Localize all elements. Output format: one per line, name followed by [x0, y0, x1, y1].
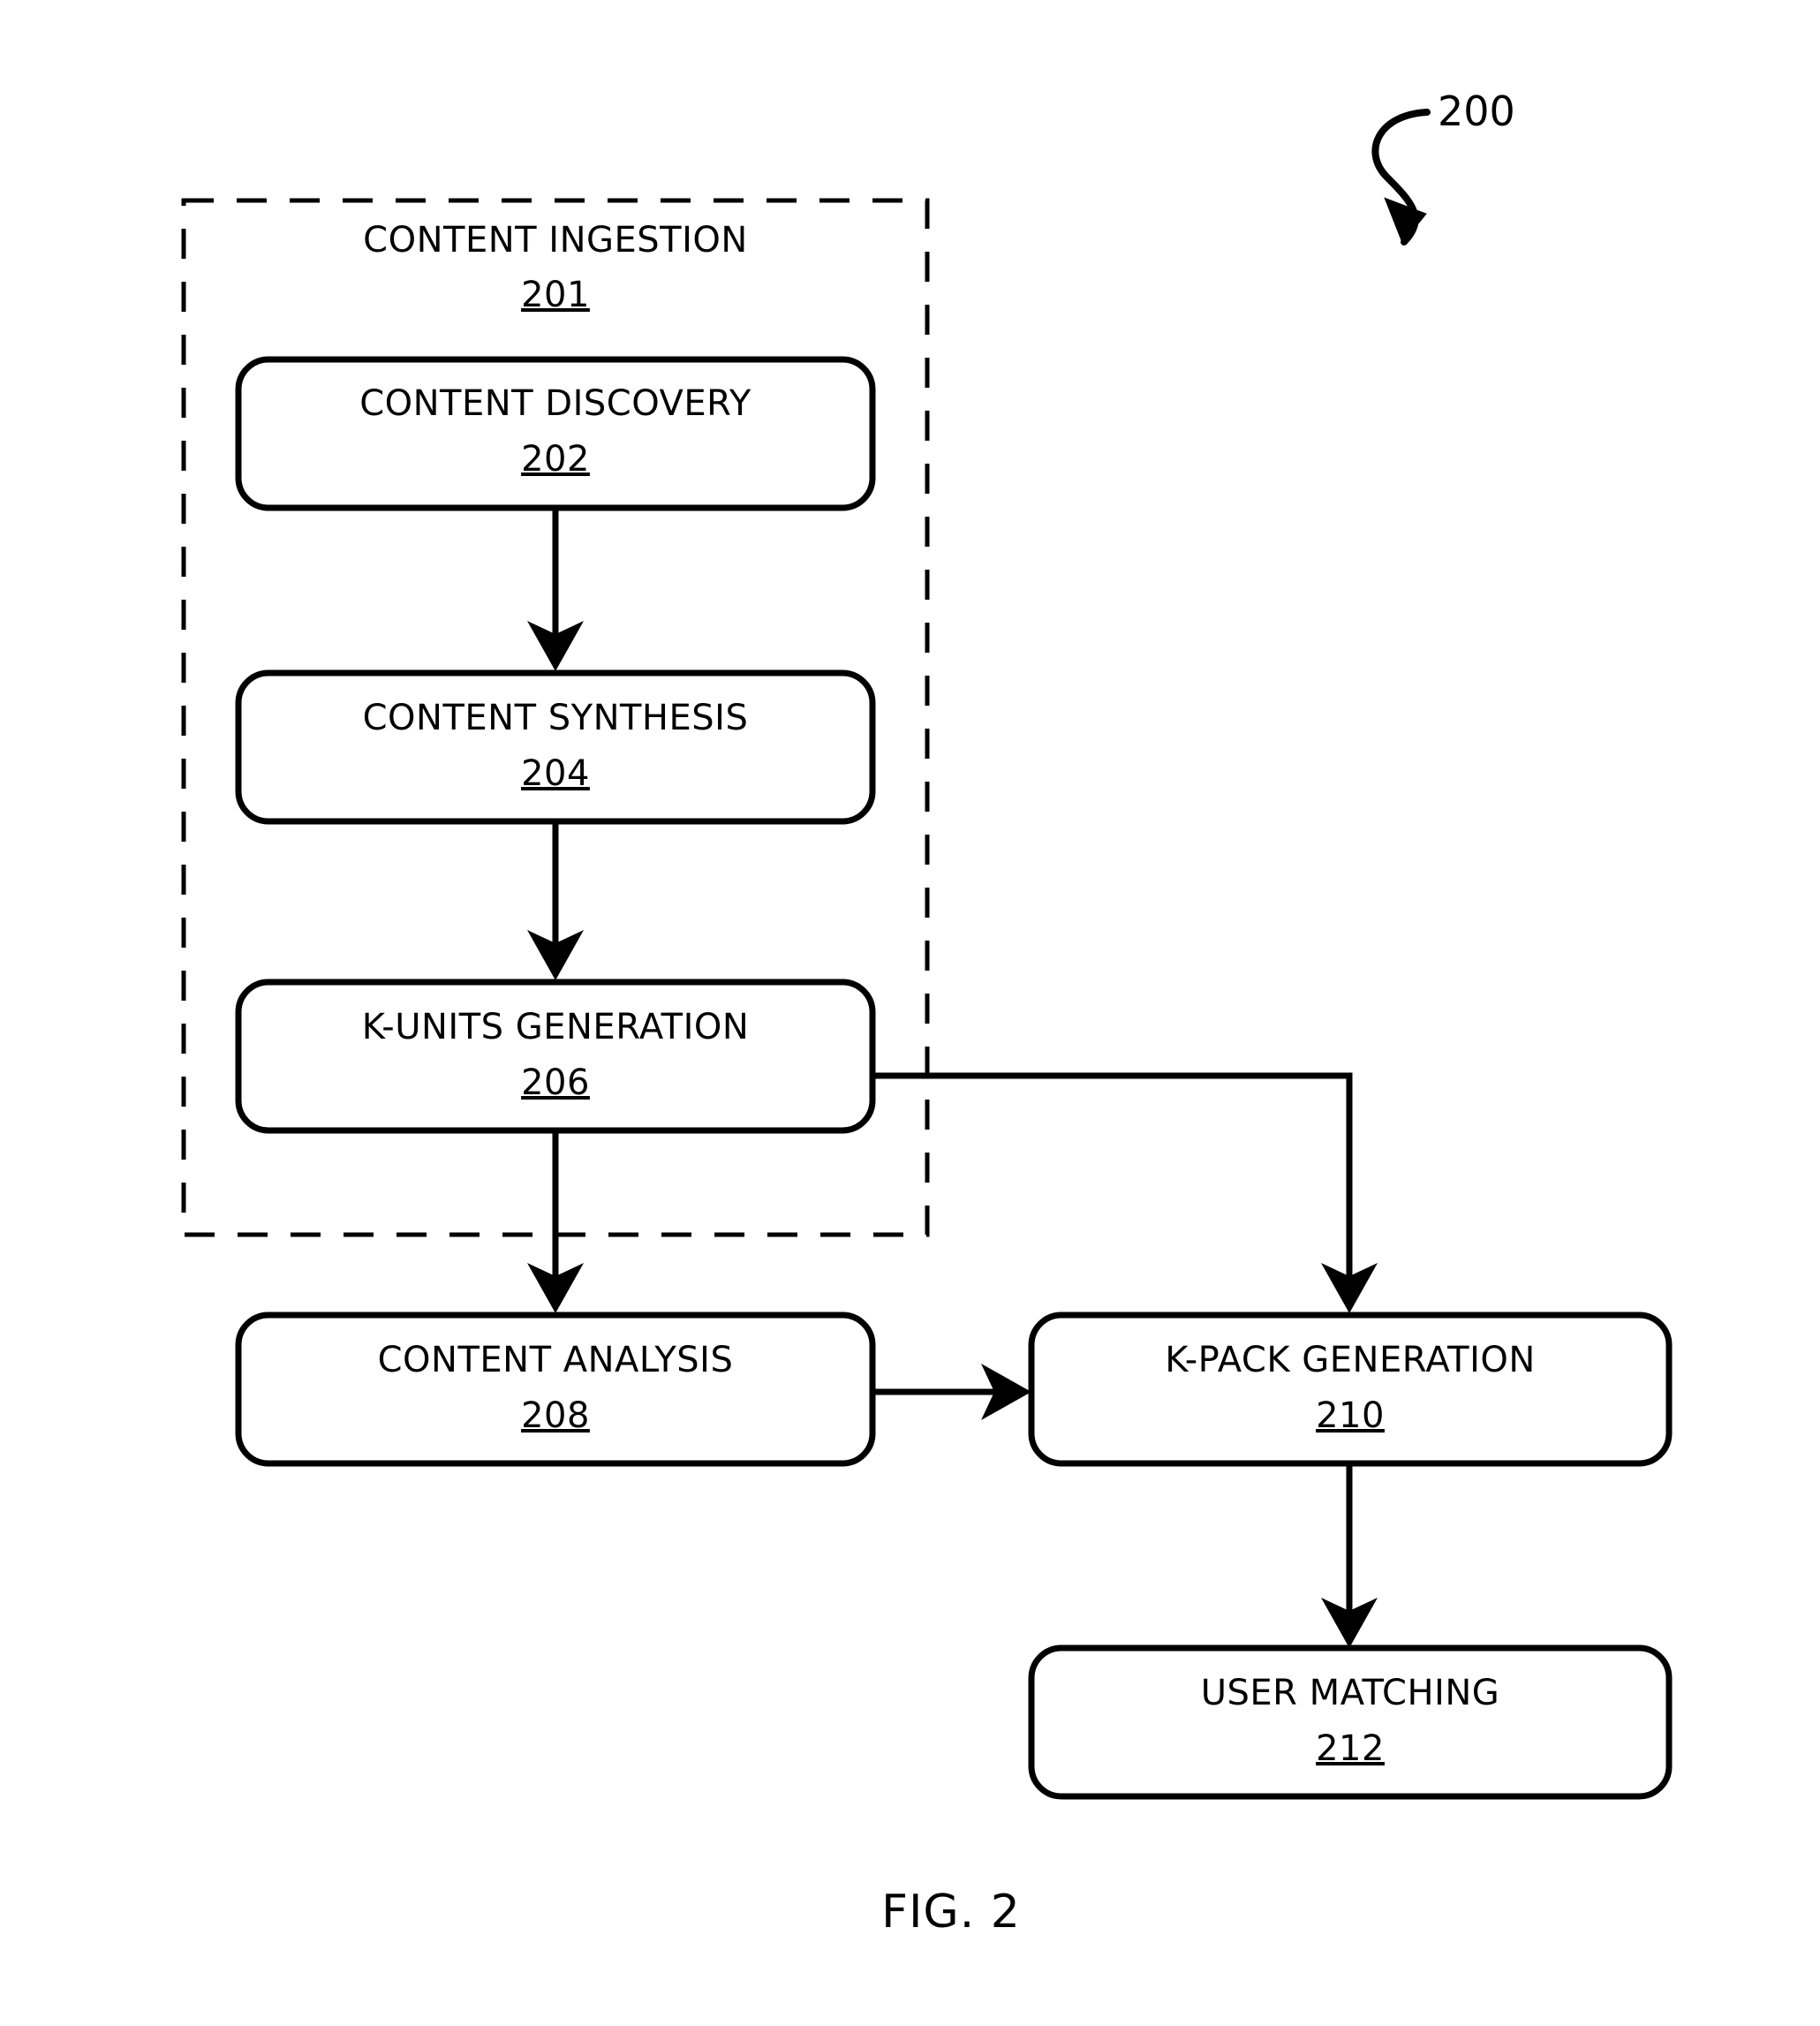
node-k-pack-generation[interactable]: K-PACK GENERATION 210 — [1028, 1312, 1673, 1467]
figure-reference-callout: 200 — [1371, 87, 1515, 246]
content-synthesis-title: CONTENT SYNTHESIS — [363, 698, 749, 738]
lead-line-arrowhead — [1384, 197, 1427, 244]
content-discovery-title: CONTENT DISCOVERY — [359, 383, 751, 424]
arrow-kunits-to-analysis — [527, 1130, 584, 1313]
k-pack-generation-ref: 210 — [1316, 1395, 1385, 1436]
arrow-kpack-to-usermatching — [1321, 1463, 1378, 1648]
node-content-analysis[interactable]: CONTENT ANALYSIS 208 — [235, 1312, 876, 1467]
user-matching-box[interactable] — [1028, 1644, 1673, 1800]
k-pack-generation-title: K-PACK GENERATION — [1165, 1340, 1536, 1380]
node-user-matching[interactable]: USER MATCHING 212 — [1028, 1644, 1673, 1800]
user-matching-title: USER MATCHING — [1201, 1673, 1500, 1713]
k-units-generation-ref: 206 — [521, 1062, 590, 1103]
k-units-generation-box[interactable] — [235, 979, 876, 1134]
content-synthesis-ref: 204 — [521, 753, 590, 794]
user-matching-ref: 212 — [1316, 1728, 1385, 1769]
node-content-synthesis[interactable]: CONTENT SYNTHESIS 204 — [235, 669, 876, 825]
content-analysis-box[interactable] — [235, 1312, 876, 1467]
arrow-discovery-to-synthesis — [527, 508, 584, 671]
content-ingestion-group-ref: 201 — [521, 275, 590, 315]
patent-figure: 200 CONTENT INGESTION 201 CONTENT DISCOV… — [0, 0, 1820, 2026]
content-discovery-box[interactable] — [235, 356, 876, 511]
flow-diagram: 200 CONTENT INGESTION 201 CONTENT DISCOV… — [181, 87, 1673, 1939]
k-pack-generation-box[interactable] — [1028, 1312, 1673, 1467]
figure-caption: FIG. 2 — [881, 1886, 1021, 1939]
k-units-generation-title: K-UNITS GENERATION — [362, 1007, 750, 1047]
content-ingestion-group-title: CONTENT INGESTION — [363, 220, 748, 261]
node-k-units-generation[interactable]: K-UNITS GENERATION 206 — [235, 979, 876, 1134]
arrow-analysis-to-kpack — [872, 1364, 1031, 1420]
figure-reference-number: 200 — [1438, 87, 1515, 135]
arrow-synthesis-to-kunits — [527, 821, 584, 980]
content-analysis-ref: 208 — [521, 1395, 590, 1436]
content-analysis-title: CONTENT ANALYSIS — [378, 1340, 734, 1380]
node-content-discovery[interactable]: CONTENT DISCOVERY 202 — [235, 356, 876, 511]
arrow-kunits-to-kpack — [872, 1072, 1378, 1313]
content-discovery-ref: 202 — [521, 439, 590, 480]
content-synthesis-box[interactable] — [235, 669, 876, 825]
